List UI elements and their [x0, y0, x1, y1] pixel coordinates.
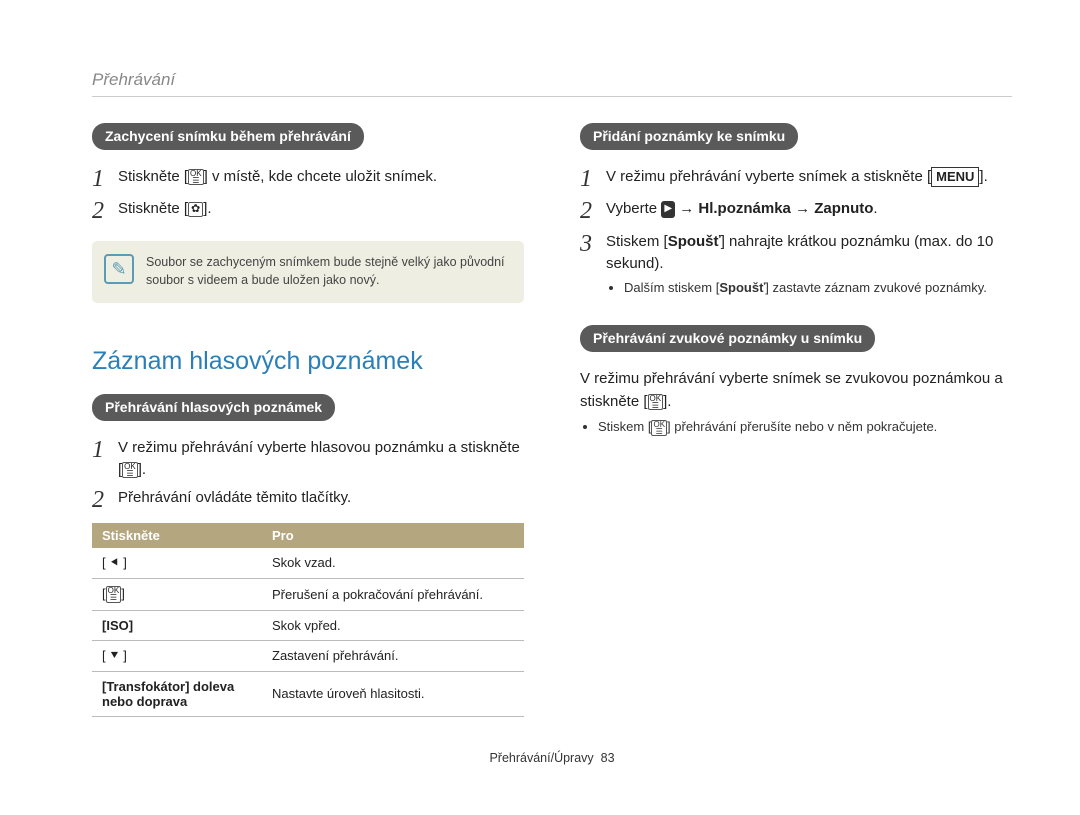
heading-add-note: Přidání poznámky ke snímku [580, 123, 798, 150]
manual-page: Přehrávání Zachycení snímku během přehrá… [0, 0, 1080, 795]
note-box: ✎ Soubor se zachyceným snímkem bude stej… [92, 241, 524, 303]
text: ]. [979, 168, 987, 185]
step-row: 3 Stiskem [Spoušť] nahrajte krátkou pozn… [580, 231, 1012, 275]
step-text: Stiskněte [✿]. [118, 198, 524, 220]
table-row: [Transfokátor] doleva nebo dopravaNastav… [92, 671, 524, 716]
page-number: 83 [601, 751, 615, 765]
heading-play-voice-memos: Přehrávání hlasových poznámek [92, 394, 335, 421]
text: Stiskem [ [606, 233, 668, 250]
text: Zapnuto [814, 200, 873, 217]
right-column: Přidání poznámky ke snímku 1 V režimu př… [580, 119, 1012, 717]
text: V režimu přehrávání vyberte snímek se zv… [580, 370, 1003, 410]
step-text: Stiskněte [OK☰] v místě, kde chcete ulož… [118, 166, 524, 188]
step-number: 2 [92, 198, 118, 224]
bullet-list: Stiskem [OK☰] přehrávání přerušíte nebo … [580, 419, 1012, 436]
table-row: [ ⯆ ]Zastavení přehrávání. [92, 640, 524, 671]
step-row: 2 Stiskněte [✿]. [92, 198, 524, 224]
flash-icon: [ ⯇ ] [92, 548, 262, 579]
table-row: [OK☰]Přerušení a pokračování přehrávání. [92, 578, 524, 610]
body-paragraph: V režimu přehrávání vyberte snímek se zv… [580, 368, 1012, 413]
text: ] v místě, kde chcete uložit snímek. [204, 168, 437, 185]
heading-capture-frame: Zachycení snímku během přehrávání [92, 123, 364, 150]
zoom-label: [Transfokátor] doleva nebo doprava [92, 671, 262, 716]
step-number: 1 [92, 437, 118, 463]
step-text: Stiskem [Spoušť] nahrajte krátkou poznám… [606, 231, 1012, 275]
step-number: 3 [580, 231, 606, 257]
table-row: [ISO]Skok vpřed. [92, 610, 524, 640]
list-item: Stiskem [OK☰] přehrávání přerušíte nebo … [598, 419, 1012, 436]
table-header-for: Pro [262, 523, 524, 548]
step-number: 1 [580, 166, 606, 192]
text: ]. [138, 461, 146, 478]
step-number: 2 [580, 198, 606, 224]
left-column: Zachycení snímku během přehrávání 1 Stis… [92, 119, 524, 717]
note-icon: ✎ [104, 254, 134, 284]
step-row: 1 V režimu přehrávání vyberte snímek a s… [580, 166, 1012, 192]
section-label: Přehrávání [92, 70, 1012, 97]
step-row: 1 Stiskněte [OK☰] v místě, kde chcete ul… [92, 166, 524, 192]
arrow-icon: → [795, 200, 810, 217]
text: Stiskněte [ [118, 200, 188, 217]
list-item: Dalším stiskem [Spoušť] zastavte záznam … [624, 280, 1012, 295]
controls-tbody: [ ⯇ ]Skok vzad.[OK☰]Přerušení a pokračov… [92, 548, 524, 716]
ok-icon: OK☰ [651, 420, 667, 436]
table-cell-action: Skok vzad. [262, 548, 524, 579]
ok-icon: OK☰ [188, 169, 204, 185]
iso-label: [ISO] [92, 610, 262, 640]
text: Spoušť [719, 280, 765, 295]
step-text: Přehrávání ovládáte těmito tlačítky. [118, 487, 524, 509]
step-text: V režimu přehrávání vyberte snímek a sti… [606, 166, 1012, 188]
flower-icon: [ ⯆ ] [92, 640, 262, 671]
table-cell-action: Přerušení a pokračování přehrávání. [262, 578, 524, 610]
step-number: 1 [92, 166, 118, 192]
section-heading-voice-memos: Záznam hlasových poznámek [92, 347, 524, 376]
text: ] přehrávání přerušíte nebo v něm pokrač… [667, 419, 937, 434]
footer-label: Přehrávání/Úpravy [489, 751, 593, 765]
settings-chip-icon: ▶ [661, 201, 675, 218]
table-header-press: Stiskněte [92, 523, 262, 548]
note-text: Soubor se zachyceným snímkem bude stejně… [146, 255, 505, 287]
step-number: 2 [92, 487, 118, 513]
two-column-layout: Zachycení snímku během přehrávání 1 Stis… [92, 119, 1012, 717]
ok-icon: OK☰ [648, 394, 664, 410]
text: ] zastavte záznam zvukové poznámky. [765, 280, 987, 295]
table-cell-action: Zastavení přehrávání. [262, 640, 524, 671]
step-text: V režimu přehrávání vyberte hlasovou poz… [118, 437, 524, 481]
step-text: Vyberte ▶ → Hl.poznámka → Zapnuto. [606, 198, 1012, 220]
flower-icon: ✿ [188, 202, 203, 217]
text: ]. [203, 200, 211, 217]
text: V režimu přehrávání vyberte hlasovou poz… [118, 439, 520, 478]
ok-icon: [OK☰] [92, 578, 262, 610]
text: Stiskněte [ [118, 168, 188, 185]
step-row: 1 V režimu přehrávání vyberte hlasovou p… [92, 437, 524, 481]
text: Vyberte [606, 200, 661, 217]
ok-icon: OK☰ [122, 462, 138, 478]
text: Hl.poznámka [698, 200, 791, 217]
bullet-list: Dalším stiskem [Spoušť] zastavte záznam … [606, 280, 1012, 295]
text: V režimu přehrávání vyberte snímek a sti… [606, 168, 931, 185]
step-row: 2 Přehrávání ovládáte těmito tlačítky. [92, 487, 524, 513]
text: ]. [663, 393, 671, 410]
table-cell-action: Skok vpřed. [262, 610, 524, 640]
menu-button-icon: MENU [931, 167, 979, 188]
table-row: [ ⯇ ]Skok vzad. [92, 548, 524, 579]
text: Dalším stiskem [ [624, 280, 719, 295]
controls-table: Stiskněte Pro [ ⯇ ]Skok vzad.[OK☰]Přeruš… [92, 523, 524, 717]
heading-play-photo-memo: Přehrávání zvukové poznámky u snímku [580, 325, 875, 352]
text: Stiskem [ [598, 419, 651, 434]
arrow-icon: → [679, 200, 694, 217]
page-footer: Přehrávání/Úpravy 83 [92, 751, 1012, 765]
text: Spoušť [668, 233, 721, 250]
table-cell-action: Nastavte úroveň hlasitosti. [262, 671, 524, 716]
step-row: 2 Vyberte ▶ → Hl.poznámka → Zapnuto. [580, 198, 1012, 224]
